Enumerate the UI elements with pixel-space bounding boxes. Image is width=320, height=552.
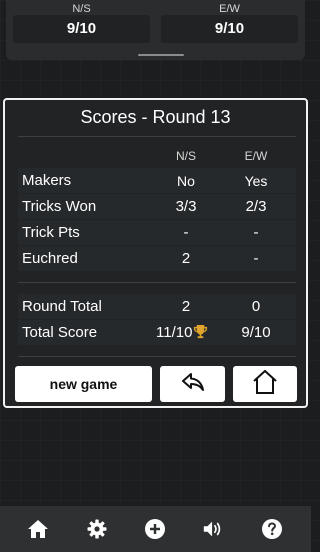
gear-icon[interactable] xyxy=(86,518,108,540)
ns-label: N/S xyxy=(72,3,91,15)
plus-circle-icon[interactable] xyxy=(144,518,166,540)
bottom-navigation xyxy=(0,506,311,552)
ew-value: - xyxy=(253,224,259,241)
ns-score: 9/10 xyxy=(13,15,150,43)
help-icon[interactable] xyxy=(261,518,283,540)
ns-value: 2 xyxy=(181,250,191,267)
column-header-ns: N/S xyxy=(175,149,196,163)
ew-score: 9/10 xyxy=(161,15,298,43)
ns-value: 3/3 xyxy=(175,198,197,215)
row-label: Euchred xyxy=(22,250,78,267)
ew-value: 9/10 xyxy=(241,324,271,341)
ns-value: - xyxy=(183,224,189,241)
row-label: Round Total xyxy=(22,298,102,315)
undo-arrow-icon xyxy=(180,371,206,398)
section-divider xyxy=(18,282,296,283)
table-row-euchred: Euchred 2 - xyxy=(18,246,296,271)
ew-value: - xyxy=(253,250,259,267)
ew-value: 0 xyxy=(251,298,261,315)
table-row-trick-pts: Trick Pts - - xyxy=(18,220,296,245)
ew-value: 2/3 xyxy=(245,198,267,215)
ew-value: Yes xyxy=(244,173,268,189)
ns-total-cell: 11/10 xyxy=(152,324,226,343)
row-label: Total Score xyxy=(22,324,98,341)
row-label: Trick Pts xyxy=(22,224,80,241)
speaker-icon[interactable] xyxy=(202,518,224,540)
ew-label: E/W xyxy=(219,3,240,15)
ns-value: 2 xyxy=(181,298,191,315)
home-button[interactable] xyxy=(233,366,297,402)
table-row-tricks-won: Tricks Won 3/3 2/3 xyxy=(18,194,296,219)
title-divider xyxy=(18,136,296,137)
column-header-ew: E/W xyxy=(244,149,268,163)
row-label: Makers xyxy=(22,172,72,189)
new-game-button[interactable]: new game xyxy=(15,366,152,402)
home-icon xyxy=(251,369,279,400)
ns-value: 11/10 xyxy=(156,324,193,341)
dialog-title: Scores - Round 13 xyxy=(80,107,231,127)
table-row-total-score: Total Score 11/10 9/10 xyxy=(18,320,296,345)
back-button[interactable] xyxy=(160,366,225,402)
ns-value: No xyxy=(177,173,195,189)
row-label: Tricks Won xyxy=(22,198,97,215)
team-score-panel: N/S E/W 9/10 9/10 xyxy=(6,0,305,60)
drag-handle[interactable] xyxy=(138,54,184,56)
new-game-label: new game xyxy=(49,376,118,392)
table-row-round-total: Round Total 2 0 xyxy=(18,294,296,319)
trophy-icon xyxy=(193,324,208,343)
table-row-makers: Makers No Yes xyxy=(18,168,296,193)
footer-divider xyxy=(18,356,296,357)
scores-dialog: Scores - Round 13 N/S E/W Makers No Yes … xyxy=(3,98,308,408)
home-icon[interactable] xyxy=(27,518,49,540)
